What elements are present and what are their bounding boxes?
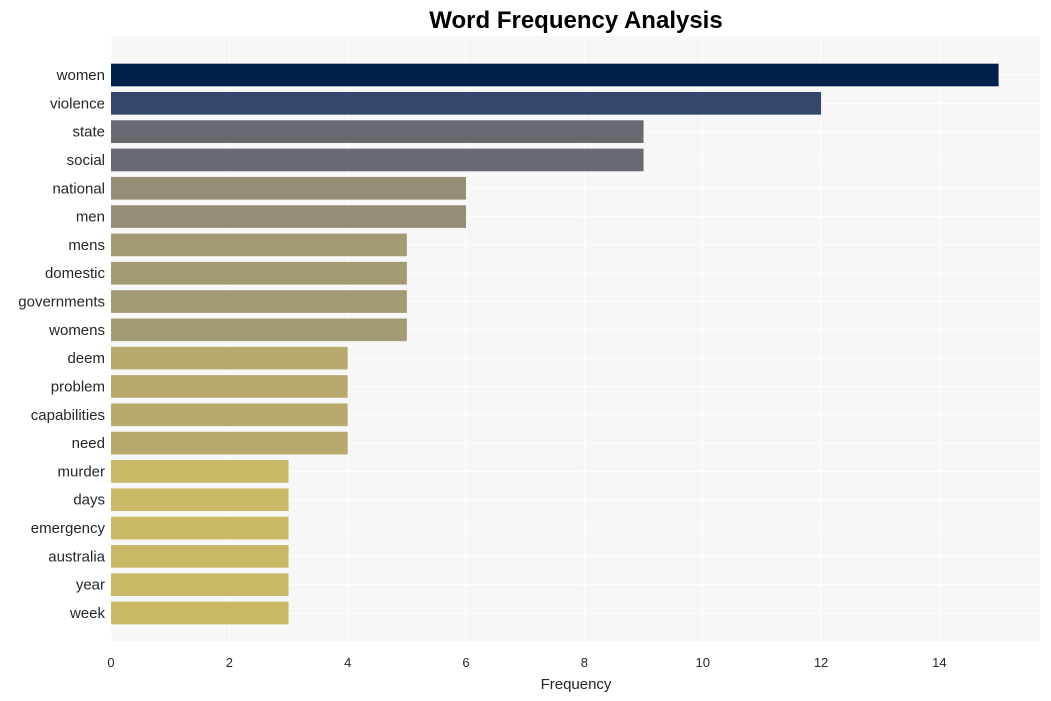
- y-tick-label: emergency: [31, 520, 106, 537]
- y-tick-labels: women violence state social national men mens d…: [18, 67, 105, 622]
- x-tick-label: 6: [462, 655, 469, 670]
- y-tick-label: australia: [48, 548, 105, 565]
- x-tick-label: 14: [932, 655, 946, 670]
- x-tick-label: 10: [695, 655, 709, 670]
- y-tick-label: women: [56, 67, 105, 84]
- bar-mens: [111, 233, 407, 257]
- x-tick-label: 2: [226, 655, 233, 670]
- y-tick-label: social: [67, 152, 105, 169]
- y-tick-label: men: [76, 209, 105, 226]
- y-tick-label: year: [76, 577, 105, 594]
- x-axis-label: Frequency: [541, 676, 612, 693]
- bar-state: [111, 120, 644, 143]
- bar-domestic: [111, 261, 407, 285]
- bar-violence: [111, 91, 822, 115]
- y-tick-label: week: [69, 605, 106, 622]
- x-tick-labels: 0 2 4 6 8 10 12 14: [107, 655, 946, 670]
- bar-murder: [111, 460, 289, 483]
- y-tick-label: murder: [57, 463, 105, 480]
- bar-australia: [111, 545, 289, 568]
- bar-emergency: [111, 516, 289, 540]
- y-tick-label: womens: [48, 322, 105, 339]
- bar-governments: [111, 290, 407, 313]
- y-tick-label: violence: [50, 95, 105, 112]
- bar-women: [111, 63, 999, 87]
- y-tick-label: national: [52, 180, 105, 197]
- y-tick-label: governments: [18, 294, 105, 311]
- y-tick-label: capabilities: [31, 407, 105, 424]
- y-tick-label: state: [72, 124, 105, 141]
- bar-year: [111, 573, 289, 597]
- bar-week: [111, 601, 289, 625]
- y-tick-label: days: [73, 492, 105, 509]
- bar-men: [111, 205, 467, 228]
- bar-days: [111, 488, 289, 512]
- bar-national: [111, 176, 467, 200]
- x-tick-label: 0: [107, 655, 114, 670]
- y-tick-label: problem: [51, 378, 105, 395]
- y-tick-label: mens: [68, 237, 105, 254]
- y-tick-label: domestic: [45, 265, 106, 282]
- y-tick-label: deem: [67, 350, 105, 367]
- y-tick-label: need: [72, 435, 105, 452]
- bar-problem: [111, 375, 348, 398]
- bar-social: [111, 148, 644, 172]
- bar-deem: [111, 346, 348, 370]
- bar-need: [111, 431, 348, 455]
- bar-womens: [111, 318, 407, 342]
- bar-chart: women violence state social national men mens d…: [18, 7, 1040, 693]
- x-tick-label: 8: [581, 655, 588, 670]
- chart-title: Word Frequency Analysis: [429, 7, 722, 34]
- bar-capabilities: [111, 403, 348, 427]
- x-tick-label: 4: [344, 655, 351, 670]
- x-tick-label: 12: [814, 655, 828, 670]
